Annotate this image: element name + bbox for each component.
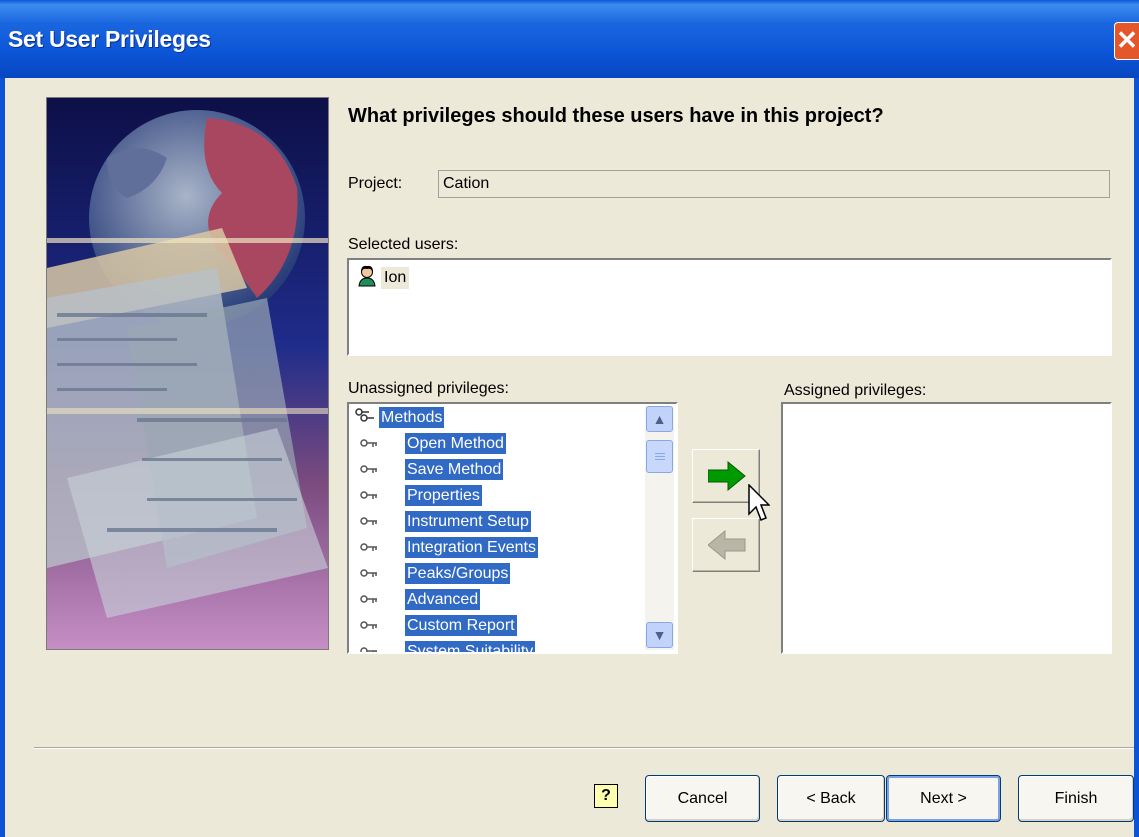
finish-button[interactable]: Finish <box>1018 775 1134 822</box>
methods-group-icon <box>353 406 375 429</box>
title-bar: Set User Privileges ✕ <box>0 0 1139 78</box>
tree-item[interactable]: Save Method <box>351 456 647 482</box>
tree-root-methods[interactable]: Methods <box>351 404 647 430</box>
close-icon: ✕ <box>1116 25 1138 55</box>
back-button[interactable]: < Back <box>777 775 885 822</box>
window-frame-right <box>1134 78 1139 837</box>
key-icon <box>360 621 377 629</box>
assigned-privileges-label: Assigned privileges: <box>784 382 927 399</box>
tree-item-label: Properties <box>405 484 482 506</box>
tree-item[interactable]: Peaks/Groups <box>351 560 647 586</box>
tree-item[interactable]: Instrument Setup <box>351 508 647 534</box>
tree-item-label: Save Method <box>405 458 504 480</box>
vertical-scrollbar[interactable]: ▲ ▼ <box>645 406 674 650</box>
privileges-tree: Methods Open Method Save Method Properti… <box>351 404 647 652</box>
project-label: Project: <box>348 175 403 192</box>
key-icon <box>360 543 377 551</box>
chevron-up-icon: ▲ <box>652 411 667 427</box>
arrow-left-icon <box>708 530 746 560</box>
project-field: Cation <box>438 170 1110 198</box>
tree-item[interactable]: Advanced <box>351 586 647 612</box>
tree-item-label: Custom Report <box>405 614 517 636</box>
unassigned-privileges-label: Unassigned privileges: <box>348 380 509 397</box>
assigned-privileges-list[interactable] <box>781 402 1112 654</box>
tree-item-label: Advanced <box>405 588 481 610</box>
user-name: Ion <box>381 267 410 289</box>
tree-item[interactable]: Custom Report <box>351 612 647 638</box>
arrow-right-icon <box>708 461 746 491</box>
help-button[interactable]: ? <box>594 784 618 808</box>
window-frame-left <box>0 78 5 837</box>
wizard-illustration <box>46 97 329 650</box>
key-icon <box>360 491 377 499</box>
user-icon <box>357 265 377 292</box>
tree-item-label: Methods <box>379 406 445 428</box>
selected-users-label: Selected users: <box>348 236 459 253</box>
tree-item[interactable]: Open Method <box>351 430 647 456</box>
selected-users-list[interactable]: Ion <box>347 258 1112 356</box>
tree-item-label: Open Method <box>405 432 506 454</box>
chevron-down-icon: ▼ <box>652 627 667 643</box>
window-title: Set User Privileges <box>8 26 211 52</box>
key-icon <box>360 569 377 577</box>
help-icon: ? <box>601 787 611 804</box>
scroll-thumb[interactable] <box>646 440 673 473</box>
tree-item[interactable]: Integration Events <box>351 534 647 560</box>
mouse-cursor-icon <box>748 484 770 521</box>
cancel-button[interactable]: Cancel <box>645 775 760 822</box>
scroll-down-button[interactable]: ▼ <box>646 622 673 648</box>
key-icon <box>360 595 377 603</box>
tree-item-label: Instrument Setup <box>405 510 531 532</box>
scroll-up-button[interactable]: ▲ <box>646 406 673 432</box>
unassigned-privileges-list[interactable]: Methods Open Method Save Method Properti… <box>347 402 678 654</box>
close-button[interactable]: ✕ <box>1114 22 1139 60</box>
list-item[interactable]: Ion <box>357 265 410 292</box>
tree-item-label: System Suitability <box>405 640 536 652</box>
key-icon <box>360 647 377 652</box>
tree-item-label: Integration Events <box>405 536 538 558</box>
remove-privilege-button[interactable] <box>692 518 760 572</box>
key-icon <box>360 517 377 525</box>
button-separator <box>34 747 1134 749</box>
tree-item-label: Peaks/Groups <box>405 562 511 584</box>
key-icon <box>360 465 377 473</box>
key-icon <box>360 439 377 447</box>
next-button[interactable]: Next > <box>886 775 1001 822</box>
tree-item[interactable]: Properties <box>351 482 647 508</box>
tree-item[interactable]: System Suitability <box>351 638 647 652</box>
page-heading: What privileges should these users have … <box>348 105 884 127</box>
